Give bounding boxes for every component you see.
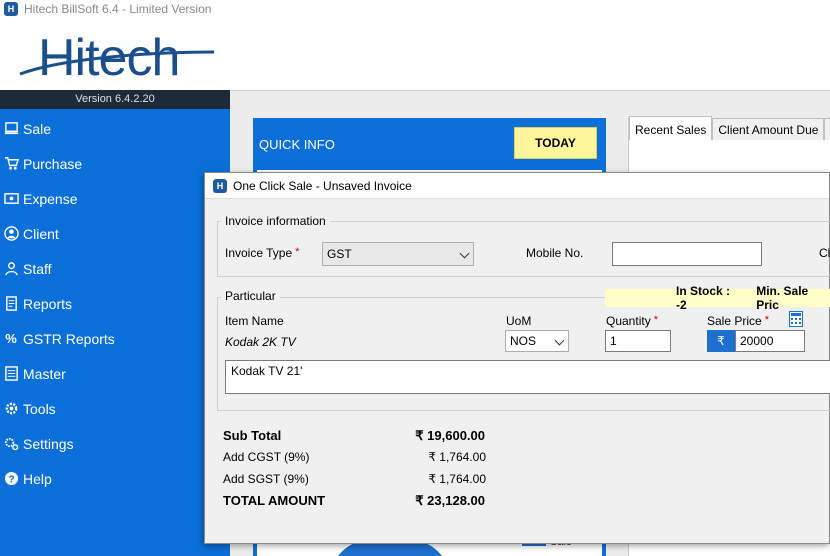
sidebar-item-help[interactable]: ? Help (0, 461, 230, 496)
one-click-sale-dialog: H One Click Sale - Unsaved Invoice Invoi… (204, 172, 830, 544)
tab-strip: Recent Sales Client Amount Due A (629, 116, 830, 140)
today-button[interactable]: TODAY (514, 127, 597, 159)
dialog-titlebar: H One Click Sale - Unsaved Invoice (205, 173, 829, 199)
staff-icon (3, 261, 19, 277)
percent-icon: % (5, 331, 17, 346)
gear-icon (3, 401, 19, 417)
dialog-app-icon: H (213, 178, 227, 193)
sale-price-label: Sale Price * (707, 314, 769, 328)
sidebar-item-label: Sale (23, 120, 52, 137)
list-icon (3, 366, 19, 382)
stock-info-bar: In Stock : -2 Min. Sale Pric (605, 284, 830, 312)
tab-client-amount-due[interactable]: Client Amount Due (712, 118, 825, 140)
uom-value: NOS (510, 334, 537, 348)
sidebar-item-label: Master (23, 365, 66, 382)
sub-total-label: Sub Total (223, 428, 282, 443)
invoice-type-value: GST (327, 247, 352, 261)
mobile-no-input[interactable] (612, 242, 762, 266)
sidebar-item-client[interactable]: Client (0, 216, 230, 251)
sidebar-item-sale[interactable]: Sale (0, 111, 230, 146)
item-description-textarea[interactable]: Kodak TV 21' (225, 360, 830, 394)
min-sale-price-text: Min. Sale Pric (756, 284, 809, 312)
user-icon (3, 226, 19, 242)
wallet-icon (3, 191, 19, 207)
sidebar-item-label: Tools (23, 400, 56, 417)
reports-icon (3, 296, 19, 312)
window-title: Hitech BillSoft 6.4 - Limited Version (24, 2, 212, 16)
sidebar-item-staff[interactable]: Staff (0, 251, 230, 286)
sidebar-item-label: GSTR Reports (23, 330, 115, 347)
sidebar-item-label: Expense (23, 190, 78, 207)
sidebar-item-purchase[interactable]: Purchase (0, 146, 230, 181)
sidebar-item-label: Purchase (23, 155, 83, 172)
help-icon: ? (3, 471, 19, 487)
item-name-label: Item Name (225, 314, 284, 328)
sidebar-item-label: Settings (23, 435, 74, 452)
sidebar-item-label: Reports (23, 295, 73, 312)
quantity-label: Quantity * (606, 314, 658, 328)
sale-icon (3, 121, 19, 137)
invoice-information-label: Invoice information (221, 214, 330, 228)
window-titlebar: H Hitech BillSoft 6.4 - Limited Version (0, 0, 830, 18)
uom-label: UoM (506, 314, 532, 328)
sidebar-item-master[interactable]: Master (0, 356, 230, 391)
calculator-icon[interactable] (789, 311, 803, 327)
in-stock-text: In Stock : -2 (676, 284, 731, 312)
sidebar-nav: Sale Purchase Expense Client Staff Repor… (0, 109, 230, 496)
hitech-logo: Hitech (18, 22, 218, 87)
cart-icon (3, 156, 19, 172)
invoice-type-select[interactable]: GST (322, 242, 474, 266)
sidebar-item-label: Client (23, 225, 59, 242)
sidebar-item-label: Help (23, 470, 52, 487)
sidebar-item-label: Staff (23, 260, 52, 277)
tab-partial[interactable]: A (824, 118, 830, 140)
mobile-no-label: Mobile No. (526, 246, 584, 260)
quantity-input[interactable]: 1 (605, 330, 671, 352)
version-label: Version 6.4.2.20 (0, 90, 230, 109)
item-name-value[interactable]: Kodak 2K TV (225, 335, 296, 349)
particular-label: Particular (221, 289, 280, 303)
sgst-value: ₹ 1,764.00 (428, 472, 486, 486)
cgst-label: Add CGST (9%) (223, 450, 310, 464)
logo-text: Hitech (38, 29, 180, 87)
quick-info-title: QUICK INFO (259, 137, 335, 152)
chevron-down-icon (554, 335, 565, 346)
client-label-partial: Cl (819, 246, 830, 260)
cgst-value: ₹ 1,764.00 (428, 450, 486, 464)
dialog-title: One Click Sale - Unsaved Invoice (233, 178, 412, 193)
sidebar-item-settings[interactable]: Settings (0, 426, 230, 461)
rupee-currency-icon: ₹ (707, 330, 735, 352)
svg-text:?: ? (8, 474, 14, 485)
sgst-label: Add SGST (9%) (223, 472, 309, 486)
sidebar-item-expense[interactable]: Expense (0, 181, 230, 216)
sub-total-value: ₹ 19,600.00 (415, 428, 485, 443)
sidebar-item-gstr-reports[interactable]: % GSTR Reports (0, 321, 230, 356)
total-amount-value: ₹ 23,128.00 (415, 493, 485, 508)
invoice-type-label: Invoice Type * (225, 246, 300, 260)
app-logo-icon: H (4, 2, 18, 16)
sale-price-input[interactable]: 20000 (735, 330, 805, 352)
uom-select[interactable]: NOS (505, 330, 569, 352)
settings-icon (3, 436, 19, 452)
sidebar-item-tools[interactable]: Tools (0, 391, 230, 426)
chevron-down-icon (459, 248, 470, 259)
tab-recent-sales[interactable]: Recent Sales (629, 116, 713, 140)
sidebar: Version 6.4.2.20 Sale Purchase Expense C… (0, 90, 230, 556)
sidebar-item-reports[interactable]: Reports (0, 286, 230, 321)
total-amount-label: TOTAL AMOUNT (223, 493, 326, 508)
